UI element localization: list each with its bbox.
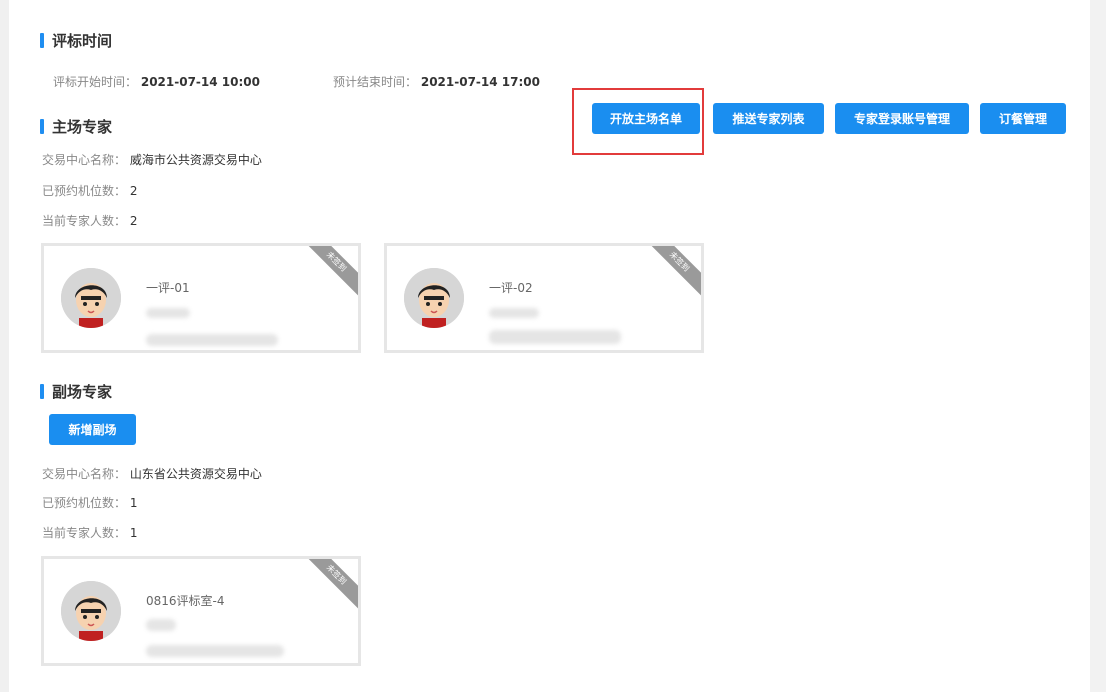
expert-card[interactable]: 未签到 一评-01 (41, 243, 361, 353)
redacted-info (489, 308, 539, 318)
redacted-info (489, 330, 621, 344)
bid-end-label: 预计结束时间： (333, 75, 418, 89)
add-sub-venue-button[interactable]: 新增副场 (49, 414, 136, 445)
avatar (61, 581, 121, 641)
redacted-info (146, 645, 284, 657)
main-center-value: 威海市公共资源交易中心 (129, 153, 262, 167)
main-seats-label: 已预约机位数： (42, 184, 127, 198)
sub-experts-label: 当前专家人数： (42, 526, 127, 540)
status-ribbon: 未签到 (294, 559, 358, 617)
bid-start-row: 评标开始时间： 2021-07-14 10:00 (53, 73, 260, 90)
sub-center-label: 交易中心名称： (42, 467, 127, 481)
expert-card[interactable]: 未签到 一评-02 (384, 243, 704, 353)
section-title-text: 副场专家 (52, 383, 113, 401)
section-marker (40, 33, 44, 48)
main-experts-label: 当前专家人数： (42, 214, 127, 228)
section-title-sub-venue: 副场专家 (40, 381, 112, 402)
main-seats-row: 已预约机位数： 2 (42, 182, 137, 199)
expert-card[interactable]: 未签到 0816评标室-4 (41, 556, 361, 666)
bid-end-value: 2021-07-14 17:00 (420, 75, 540, 89)
section-title-text: 评标时间 (52, 32, 113, 50)
main-center-label: 交易中心名称： (42, 153, 127, 167)
status-ribbon: 未签到 (637, 246, 701, 304)
section-marker (40, 119, 44, 134)
main-center-row: 交易中心名称： 威海市公共资源交易中心 (42, 151, 262, 168)
bid-start-value: 2021-07-14 10:00 (140, 75, 260, 89)
section-marker (40, 384, 44, 399)
sub-experts-value: 1 (129, 526, 138, 540)
main-experts-value: 2 (129, 214, 138, 228)
sub-experts-row: 当前专家人数： 1 (42, 524, 137, 541)
expert-name: 一评-02 (489, 281, 533, 295)
sub-center-value: 山东省公共资源交易中心 (129, 467, 262, 481)
main-experts-row: 当前专家人数： 2 (42, 212, 137, 229)
main-seats-value: 2 (129, 184, 138, 198)
expert-name: 0816评标室-4 (146, 594, 225, 608)
highlight-annotation (572, 88, 704, 155)
left-rail (0, 0, 9, 692)
expert-name: 一评-01 (146, 281, 190, 295)
bid-end-row: 预计结束时间： 2021-07-14 17:00 (333, 73, 540, 90)
section-title-text: 主场专家 (52, 118, 113, 136)
section-title-bid-time: 评标时间 (40, 30, 112, 51)
redacted-info (146, 619, 176, 631)
status-ribbon: 未签到 (294, 246, 358, 304)
expert-login-accounts-button[interactable]: 专家登录账号管理 (835, 103, 969, 134)
scrollbar-track[interactable] (1090, 0, 1106, 692)
sub-seats-label: 已预约机位数： (42, 496, 127, 510)
avatar (61, 268, 121, 328)
section-title-main-venue: 主场专家 (40, 116, 112, 137)
push-experts-button[interactable]: 推送专家列表 (713, 103, 824, 134)
sub-center-row: 交易中心名称： 山东省公共资源交易中心 (42, 465, 262, 482)
sub-seats-row: 已预约机位数： 1 (42, 494, 137, 511)
meal-management-button[interactable]: 订餐管理 (980, 103, 1066, 134)
bid-start-label: 评标开始时间： (53, 75, 138, 89)
redacted-info (146, 334, 278, 346)
sub-seats-value: 1 (129, 496, 138, 510)
redacted-info (146, 308, 190, 318)
avatar (404, 268, 464, 328)
